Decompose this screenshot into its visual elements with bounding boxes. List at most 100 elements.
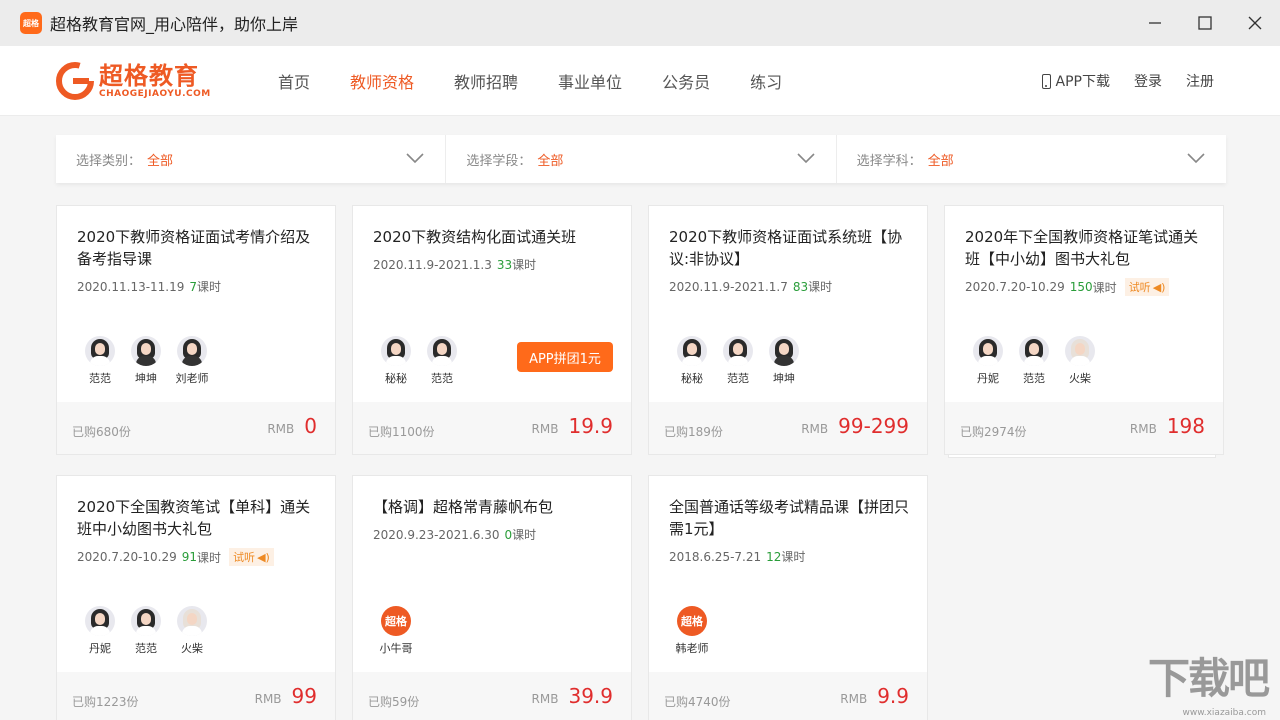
price: RMB 19.9 bbox=[532, 414, 613, 438]
teacher-list: 范范 坤坤 刘老师 bbox=[77, 336, 215, 386]
teacher: 范范 bbox=[1011, 336, 1057, 386]
nav-item-home[interactable]: 首页 bbox=[278, 69, 310, 93]
teacher-name: 秘秘 bbox=[385, 372, 407, 385]
filter-value: 全部 bbox=[927, 153, 954, 169]
course-lessons-unit: 课时 bbox=[1092, 280, 1117, 295]
course-meta: 2020.7.20-10.29 150 课时 试听 ◀) bbox=[965, 278, 1170, 296]
card-footer: 已购2974份 RMB 198 bbox=[945, 402, 1223, 454]
maximize-icon bbox=[1198, 16, 1212, 30]
price-amount: 39.9 bbox=[568, 684, 613, 708]
trial-badge[interactable]: 试听 ◀) bbox=[229, 548, 274, 566]
sold-count: 已购4740份 bbox=[664, 695, 731, 709]
price-amount: 198 bbox=[1166, 414, 1205, 438]
teacher-list: 超格 小牛哥 bbox=[373, 606, 419, 656]
brand-logo-avatar: 超格 bbox=[381, 606, 411, 636]
course-meta: 2020.9.23-2021.6.30 0 课时 bbox=[373, 526, 536, 543]
teacher: 火柴 bbox=[1057, 336, 1103, 386]
phone-icon bbox=[1041, 73, 1051, 89]
price-currency: RMB bbox=[801, 422, 829, 436]
course-meta: 2020.7.20-10.29 91 课时 试听 ◀) bbox=[77, 548, 274, 566]
title-bar: 超格 超格教育官网_用心陪伴，助你上岸 bbox=[0, 0, 1280, 46]
avatar bbox=[769, 336, 799, 366]
trial-label: 试听 bbox=[1128, 281, 1151, 294]
teacher: 丹妮 bbox=[77, 606, 123, 656]
minimize-icon bbox=[1149, 22, 1161, 24]
card-footer: 已购680份 RMB 0 bbox=[57, 402, 335, 454]
course-lessons: 0 bbox=[504, 527, 513, 542]
teacher-name: 秘秘 bbox=[681, 372, 703, 385]
course-date: 2020.7.20-10.29 bbox=[965, 280, 1065, 294]
price-currency: RMB bbox=[531, 422, 559, 436]
teacher-name: 范范 bbox=[1023, 372, 1045, 385]
avatar bbox=[427, 336, 457, 366]
course-card[interactable]: 2020下教资结构化面试通关班 2020.11.9-2021.1.3 33 课时 … bbox=[352, 205, 632, 455]
avatar bbox=[973, 336, 1003, 366]
teacher-name: 范范 bbox=[727, 372, 749, 385]
card-footer: 已购1223份 RMB 99 bbox=[57, 672, 335, 720]
site-logo[interactable]: 超格教育 CHAOGEJIAOYU.COM bbox=[55, 60, 235, 102]
course-lessons-unit: 课时 bbox=[197, 550, 222, 565]
sold-count: 已购1223份 bbox=[72, 695, 139, 709]
nav-item-teacher-cert[interactable]: 教师资格 bbox=[350, 69, 414, 93]
nav-item-public-institution[interactable]: 事业单位 bbox=[558, 69, 622, 93]
course-date: 2020.11.9-2021.1.7 bbox=[669, 279, 788, 294]
filter-label: 选择学科： bbox=[856, 153, 922, 169]
avatar bbox=[85, 336, 115, 366]
sold-count: 已购680份 bbox=[72, 425, 131, 439]
avatar bbox=[131, 606, 161, 636]
teacher: 范范 bbox=[77, 336, 123, 386]
sold-count: 已购59份 bbox=[368, 695, 420, 709]
filter-value: 全部 bbox=[537, 153, 564, 169]
nav-item-practice[interactable]: 练习 bbox=[750, 69, 782, 93]
filter-stage[interactable]: 选择学段： 全部 bbox=[446, 135, 837, 183]
price-currency: RMB bbox=[254, 692, 282, 706]
course-lessons: 7 bbox=[189, 279, 198, 294]
teacher-name: 刘老师 bbox=[175, 372, 209, 385]
teacher: 坤坤 bbox=[761, 336, 807, 386]
teacher: 坤坤 bbox=[123, 336, 169, 386]
teacher: 秘秘 bbox=[669, 336, 715, 386]
teacher-list: 超格 韩老师 bbox=[669, 606, 715, 656]
logo-icon bbox=[56, 62, 94, 100]
card-footer: 已购1100份 RMB 19.9 bbox=[353, 402, 631, 454]
close-button[interactable] bbox=[1230, 0, 1280, 46]
course-meta: 2020.11.9-2021.1.7 83 课时 bbox=[669, 278, 832, 295]
register-link[interactable]: 注册 bbox=[1186, 71, 1214, 91]
teacher: 刘老师 bbox=[169, 336, 215, 386]
main-menu: 首页 教师资格 教师招聘 事业单位 公务员 练习 bbox=[258, 46, 802, 116]
course-card[interactable]: 2020下全国教资笔试【单科】通关班中小幼图书大礼包 2020.7.20-10.… bbox=[56, 475, 336, 720]
nav-item-teacher-recruit[interactable]: 教师招聘 bbox=[454, 69, 518, 93]
trial-badge[interactable]: 试听 ◀) bbox=[1124, 278, 1170, 296]
course-date: 2020.11.9-2021.1.3 bbox=[373, 257, 492, 272]
course-title: 2020下教师资格证面试系统班【协议:非协议】 bbox=[669, 228, 903, 268]
teacher-list: 秘秘 范范 坤坤 bbox=[669, 336, 807, 386]
price: RMB 39.9 bbox=[532, 684, 613, 708]
nav-item-civil-servant[interactable]: 公务员 bbox=[662, 69, 710, 93]
course-date: 2020.11.13-11.19 bbox=[77, 279, 185, 294]
course-date: 2020.7.20-10.29 bbox=[77, 550, 177, 564]
card-footer: 已购4740份 RMB 9.9 bbox=[649, 672, 927, 720]
filter-subject[interactable]: 选择学科： 全部 bbox=[837, 135, 1226, 183]
course-card[interactable]: 2020年下全国教师资格证笔试通关班【中小幼】图书大礼包 2020.7.20-1… bbox=[944, 205, 1224, 455]
maximize-button[interactable] bbox=[1180, 0, 1230, 46]
teacher-name: 范范 bbox=[89, 372, 111, 385]
price-currency: RMB bbox=[267, 422, 295, 436]
minimize-button[interactable] bbox=[1130, 0, 1180, 46]
group-buy-button[interactable]: APP拼团1元 bbox=[517, 342, 613, 372]
course-card[interactable]: 2020下教师资格证面试系统班【协议:非协议】 2020.11.9-2021.1… bbox=[648, 205, 928, 455]
avatar bbox=[677, 336, 707, 366]
teacher: 范范 bbox=[123, 606, 169, 656]
course-card[interactable]: 【格调】超格常青藤帆布包 2020.9.23-2021.6.30 0 课时 超格小… bbox=[352, 475, 632, 720]
app-download-link[interactable]: APP下载 bbox=[1041, 71, 1110, 91]
filter-label: 选择类别： bbox=[76, 153, 142, 169]
app-icon: 超格 bbox=[20, 12, 42, 34]
sold-count: 已购189份 bbox=[664, 425, 723, 439]
course-card[interactable]: 2020下教师资格证面试考情介绍及备考指导课 2020.11.13-11.19 … bbox=[56, 205, 336, 455]
login-link[interactable]: 登录 bbox=[1134, 71, 1162, 91]
course-card[interactable]: 全国普通话等级考试精品课【拼团只需1元】 2018.6.25-7.21 12 课时… bbox=[648, 475, 928, 720]
filter-label: 选择学段： bbox=[466, 153, 532, 169]
price-amount: 9.9 bbox=[877, 684, 909, 708]
filter-category[interactable]: 选择类别： 全部 bbox=[56, 135, 447, 183]
speaker-icon: ◀) bbox=[257, 550, 270, 564]
avatar bbox=[381, 336, 411, 366]
